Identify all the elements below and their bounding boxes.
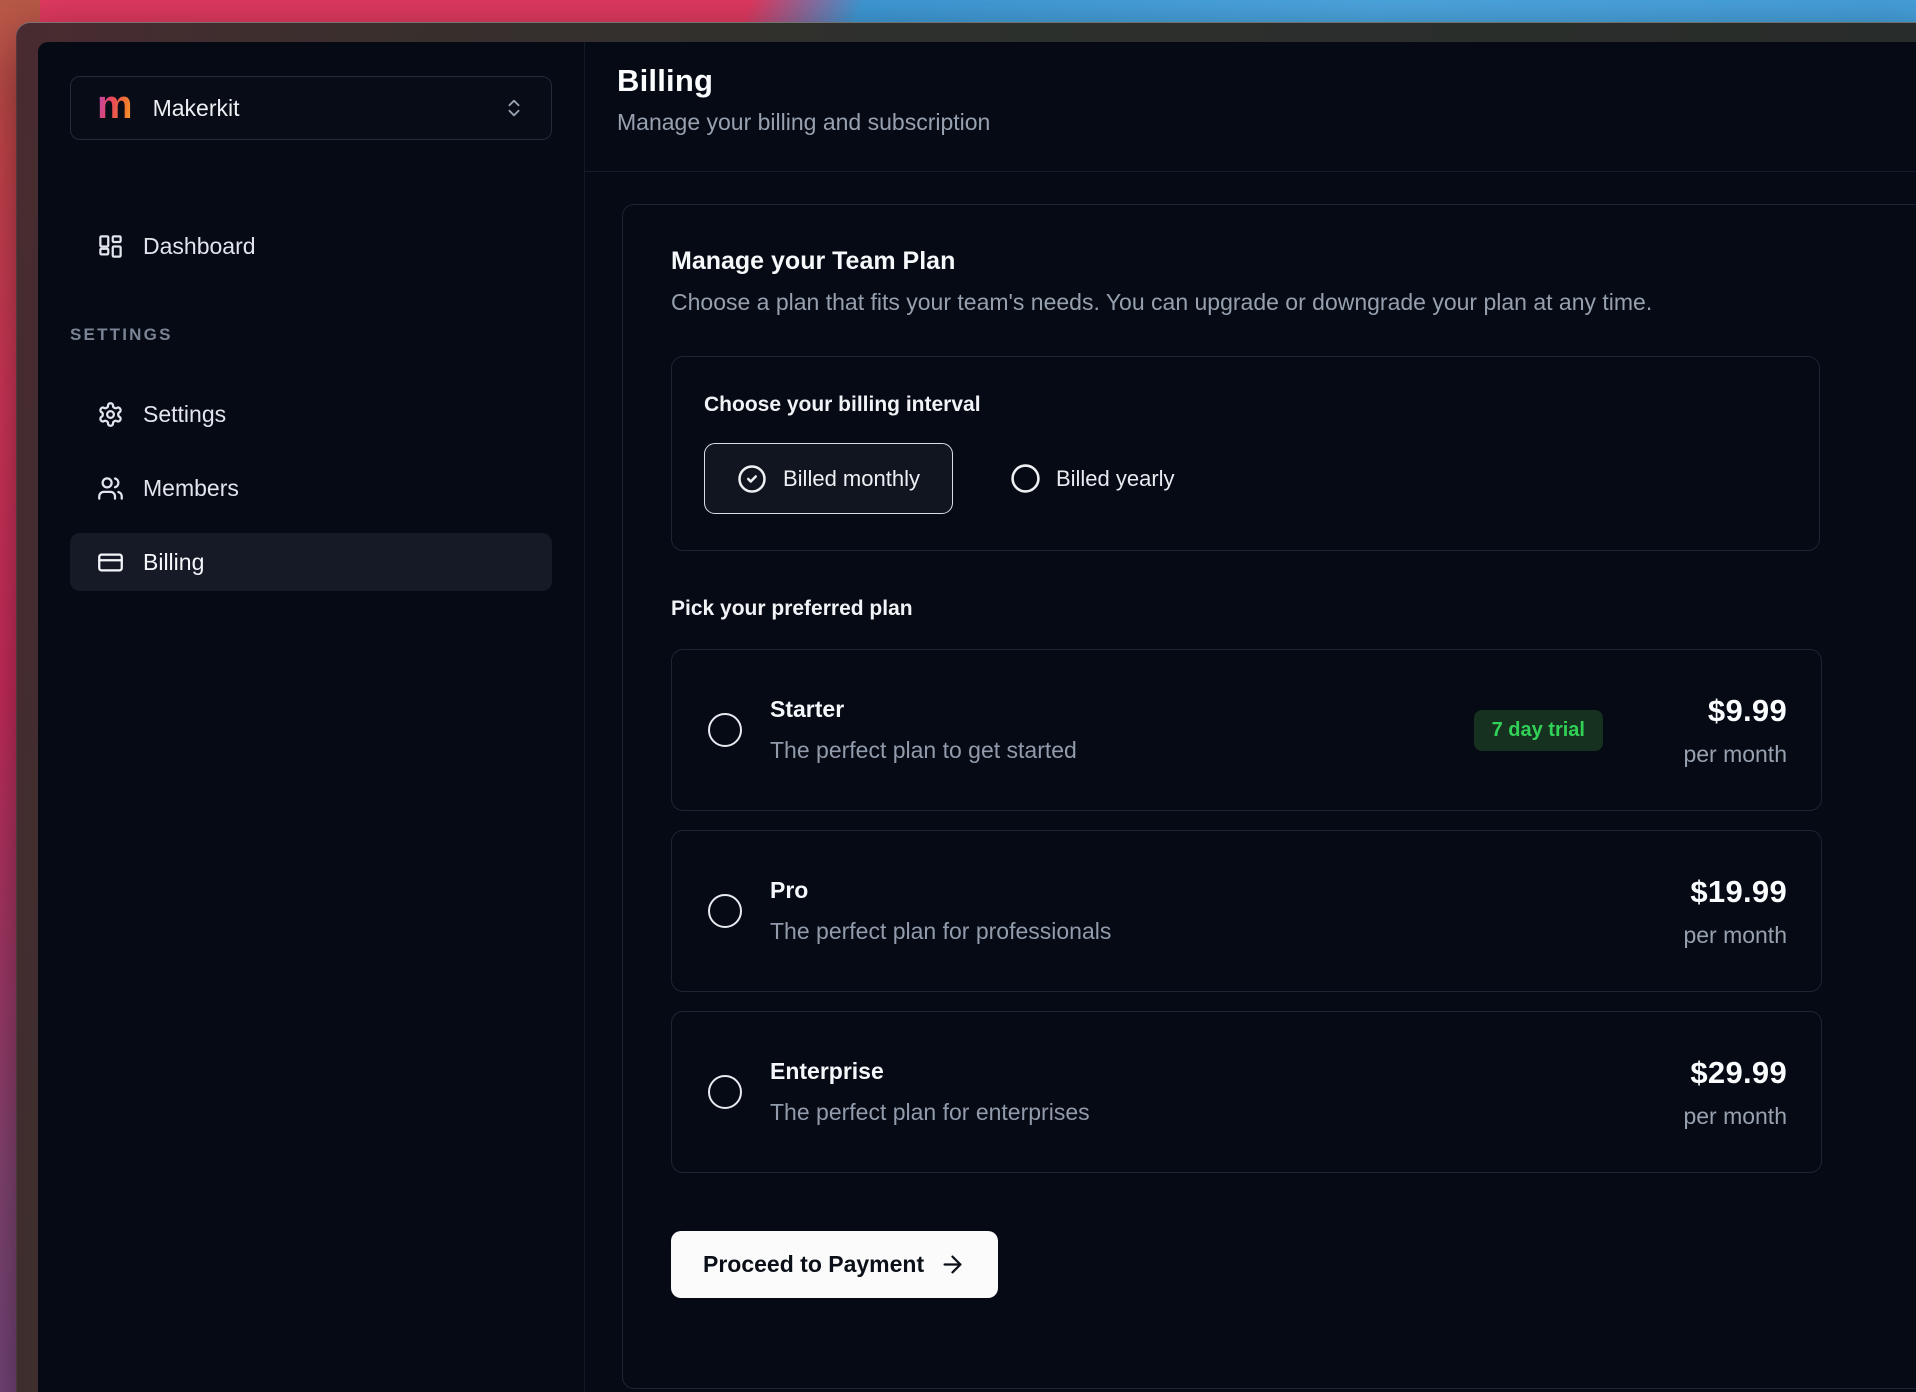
proceed-to-payment-label: Proceed to Payment — [703, 1251, 924, 1278]
chevrons-up-down-icon — [503, 97, 525, 119]
sidebar-item-label: Members — [143, 475, 239, 502]
sidebar-item-label: Dashboard — [143, 233, 256, 260]
trial-badge: 7 day trial — [1474, 710, 1603, 751]
interval-option-yearly[interactable]: Billed yearly — [1010, 463, 1175, 494]
sidebar-item-settings[interactable]: Settings — [70, 385, 552, 443]
plan-name: Enterprise — [770, 1058, 1090, 1085]
billing-interval-label: Choose your billing interval — [704, 393, 1787, 417]
main-content: Billing Manage your billing and subscrip… — [585, 42, 1916, 1392]
sidebar-section-label: SETTINGS — [70, 325, 552, 345]
plan-price-block: $19.99 per month — [1653, 874, 1787, 949]
plan-name: Pro — [770, 877, 1111, 904]
proceed-to-payment-button[interactable]: Proceed to Payment — [671, 1231, 998, 1298]
plan-period: per month — [1683, 741, 1787, 768]
page-header: Billing Manage your billing and subscrip… — [585, 42, 1916, 172]
app-surface: m Makerkit Dashboard SETTINGS — [38, 42, 1916, 1392]
plan-price-block: $29.99 per month — [1653, 1055, 1787, 1130]
sidebar: m Makerkit Dashboard SETTINGS — [38, 42, 585, 1392]
plan-text: Enterprise The perfect plan for enterpri… — [770, 1058, 1090, 1126]
card-description: Choose a plan that fits your team's need… — [671, 289, 1897, 316]
plan-row-enterprise[interactable]: Enterprise The perfect plan for enterpri… — [671, 1011, 1822, 1173]
plan-name: Starter — [770, 696, 1077, 723]
team-selector[interactable]: m Makerkit — [70, 76, 552, 140]
plan-row-pro[interactable]: Pro The perfect plan for professionals $… — [671, 830, 1822, 992]
sidebar-item-dashboard[interactable]: Dashboard — [70, 217, 552, 275]
interval-option-monthly[interactable]: Billed monthly — [704, 443, 953, 514]
plan-period: per month — [1683, 1103, 1787, 1130]
card-title: Manage your Team Plan — [671, 247, 1897, 276]
plans-label: Pick your preferred plan — [671, 597, 1897, 621]
gear-icon — [97, 401, 124, 428]
plan-row-starter[interactable]: Starter The perfect plan to get started … — [671, 649, 1822, 811]
app-window: m Makerkit Dashboard SETTINGS — [16, 22, 1916, 1392]
radio-icon[interactable] — [708, 1075, 742, 1109]
check-circle-icon — [737, 464, 767, 494]
plans-list: Starter The perfect plan to get started … — [671, 649, 1822, 1173]
plan-price: $9.99 — [1708, 693, 1787, 729]
radio-circle-icon — [1010, 463, 1041, 494]
sidebar-item-members[interactable]: Members — [70, 459, 552, 517]
plan-price-block: $9.99 per month — [1653, 693, 1787, 768]
interval-option-label: Billed monthly — [783, 466, 920, 492]
plan-description: The perfect plan for professionals — [770, 918, 1111, 945]
team-name: Makerkit — [153, 95, 503, 122]
makerkit-logo: m — [97, 85, 133, 125]
arrow-right-icon — [939, 1251, 966, 1278]
billing-interval-options: Billed monthly Billed yearly — [704, 443, 1787, 514]
users-icon — [97, 475, 124, 502]
sidebar-item-label: Settings — [143, 401, 226, 428]
radio-icon[interactable] — [708, 894, 742, 928]
plan-period: per month — [1683, 922, 1787, 949]
plan-description: The perfect plan for enterprises — [770, 1099, 1090, 1126]
credit-card-icon — [97, 549, 124, 576]
plan-text: Starter The perfect plan to get started — [770, 696, 1077, 764]
dashboard-icon — [97, 233, 124, 260]
content-area: Manage your Team Plan Choose a plan that… — [585, 172, 1916, 1392]
billing-interval-card: Choose your billing interval Billed mont… — [671, 356, 1820, 551]
page-subtitle: Manage your billing and subscription — [617, 109, 1916, 136]
page-title: Billing — [617, 63, 1916, 99]
sidebar-item-label: Billing — [143, 549, 204, 576]
plan-text: Pro The perfect plan for professionals — [770, 877, 1111, 945]
plan-price: $19.99 — [1690, 874, 1787, 910]
sidebar-nav: Dashboard SETTINGS Settings Members — [70, 217, 552, 591]
plan-description: The perfect plan to get started — [770, 737, 1077, 764]
radio-icon[interactable] — [708, 713, 742, 747]
sidebar-item-billing[interactable]: Billing — [70, 533, 552, 591]
plan-price: $29.99 — [1690, 1055, 1787, 1091]
interval-option-label: Billed yearly — [1056, 466, 1175, 492]
team-plan-card: Manage your Team Plan Choose a plan that… — [622, 204, 1916, 1389]
